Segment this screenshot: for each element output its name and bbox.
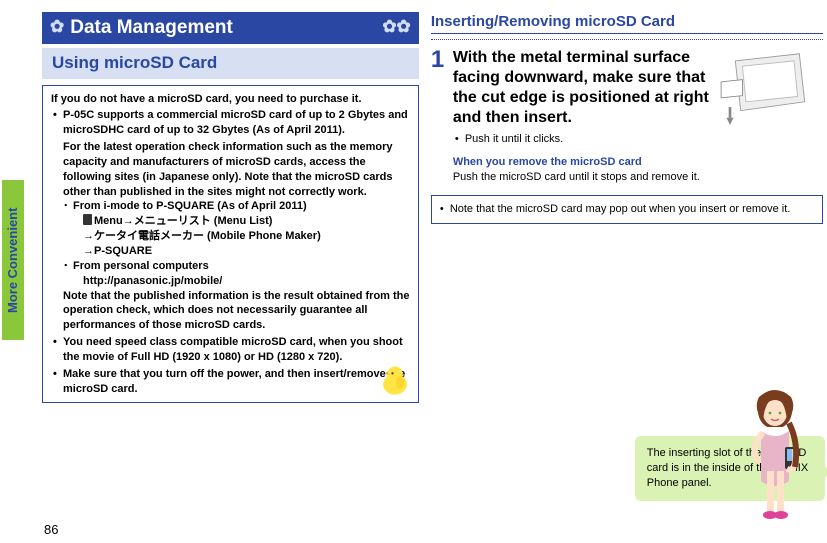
step-heading: Inserting/Removing microSD Card: [431, 12, 823, 34]
microsd-insert-illustration: [717, 52, 807, 132]
chapter-title: Data Management: [64, 15, 382, 41]
assistant-character-illustration: [735, 383, 815, 523]
chapter-title-bar: ✿ Data Management ✿✿: [42, 12, 419, 44]
dash-item: From personal computers http://panasonic…: [63, 259, 410, 289]
info-lead: If you do not have a microSD card, you n…: [51, 92, 410, 107]
remove-heading: When you remove the microSD card: [453, 155, 823, 170]
bullet-item: P-05C supports a commercial microSD card…: [51, 108, 410, 333]
page-number: 86: [44, 521, 58, 539]
imode-icon: [83, 214, 92, 225]
note-text: Note that the microSD card may pop out w…: [440, 202, 814, 217]
section-title: Using microSD Card: [42, 48, 419, 79]
dash-item: From i-mode to P-SQUARE (As of April 201…: [63, 199, 410, 258]
right-column: Inserting/Removing microSD Card 1 With t…: [431, 12, 823, 531]
remove-body: Push the microSD card until it stops and…: [453, 170, 823, 185]
side-tab-more-convenient: More Convenient: [2, 180, 24, 340]
chick-icon: [378, 364, 412, 398]
flower-icon: ✿✿: [382, 16, 411, 39]
bullet-item: Make sure that you turn off the power, a…: [51, 367, 410, 397]
note-box: Note that the microSD card may pop out w…: [431, 195, 823, 224]
step-number: 1: [431, 48, 447, 128]
flower-icon: ✿: [50, 16, 64, 39]
bullet-item: You need speed class compatible microSD …: [51, 335, 410, 365]
step-sub: Push it until it clicks.: [453, 132, 823, 147]
left-column: ✿ Data Management ✿✿ Using microSD Card …: [42, 12, 419, 531]
info-box: If you do not have a microSD card, you n…: [42, 85, 419, 404]
